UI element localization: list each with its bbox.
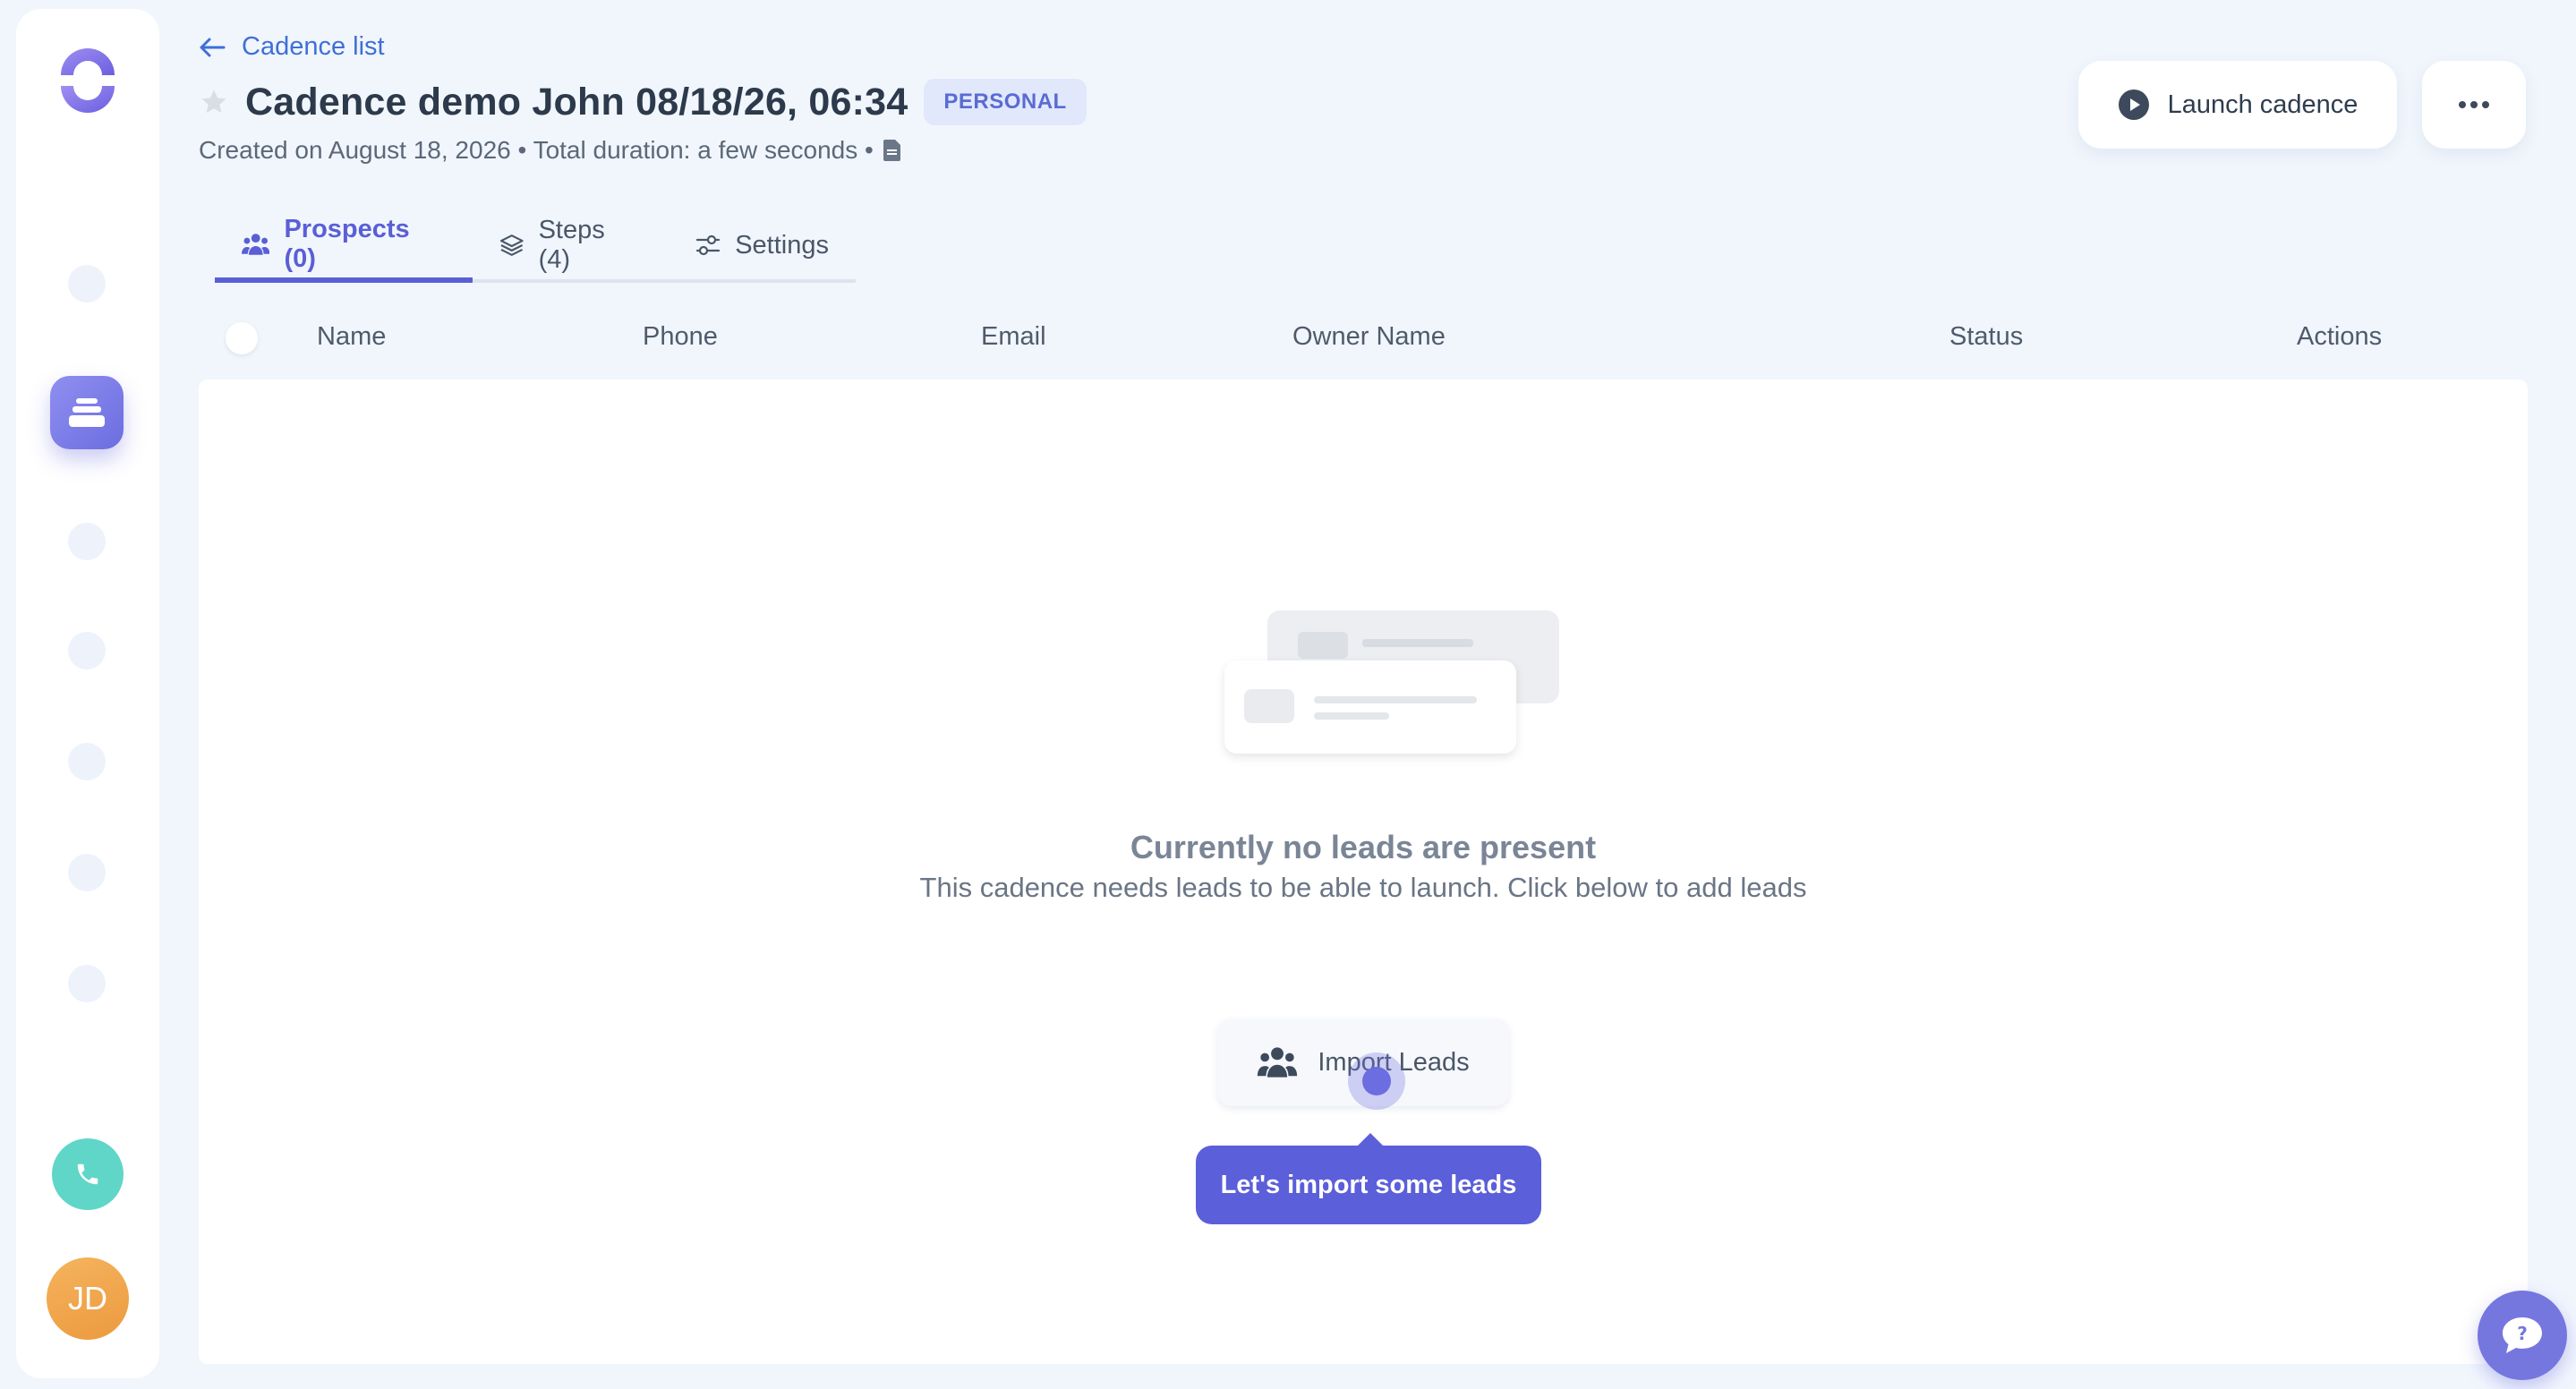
avatar[interactable]: JD <box>47 1257 129 1340</box>
column-phone[interactable]: Phone <box>643 322 718 352</box>
tour-hotspot-core <box>1362 1067 1391 1095</box>
nav-item-5[interactable] <box>68 743 106 780</box>
cadence-stack-icon <box>69 398 105 427</box>
column-status[interactable]: Status <box>1949 322 2023 352</box>
nav-item-1[interactable] <box>68 265 106 303</box>
tour-hotspot[interactable] <box>1348 1052 1405 1110</box>
column-name[interactable]: Name <box>317 322 386 352</box>
app-logo-icon[interactable] <box>52 45 124 116</box>
tab-prospects[interactable]: Prospects (0) <box>215 211 473 283</box>
back-link-label: Cadence list <box>242 32 385 61</box>
empty-state-subtitle: This cadence needs leads to be able to l… <box>919 872 1807 903</box>
people-icon <box>242 234 270 255</box>
play-icon <box>2118 89 2149 120</box>
personal-badge: PERSONAL <box>924 79 1087 125</box>
table-header: Name Phone Email Owner Name Status Actio… <box>199 313 2526 376</box>
launch-cadence-button[interactable]: Launch cadence <box>2078 61 2397 149</box>
nav-item-3[interactable] <box>68 523 106 560</box>
column-actions: Actions <box>2297 322 2383 351</box>
title-row: Cadence demo John 08/18/26, 06:34 PERSON… <box>199 79 1087 125</box>
launch-cadence-label: Launch cadence <box>2167 89 2358 119</box>
onboarding-tooltip[interactable]: Let's import some leads <box>1196 1133 1541 1224</box>
star-icon[interactable] <box>199 87 229 117</box>
cadence-meta-text: Created on August 18, 2026 • Total durat… <box>199 136 874 164</box>
document-icon[interactable] <box>883 139 902 162</box>
sidebar: JD <box>16 9 159 1378</box>
empty-list-illustration <box>1224 610 1559 754</box>
svg-text:?: ? <box>2517 1323 2528 1344</box>
nav-item-7[interactable] <box>68 965 106 1002</box>
help-chat-button[interactable]: ? <box>2478 1291 2567 1380</box>
tab-steps-label: Steps (4) <box>538 216 605 274</box>
select-all-checkbox[interactable] <box>226 322 258 354</box>
layers-icon <box>499 234 524 256</box>
page-title: Cadence demo John 08/18/26, 06:34 <box>245 80 908 124</box>
tab-steps[interactable]: Steps (4) <box>473 211 669 279</box>
more-options-button[interactable] <box>2422 61 2526 149</box>
arrow-left-icon <box>200 38 226 56</box>
tab-prospects-label: Prospects (0) <box>284 215 410 273</box>
tab-settings-label: Settings <box>735 230 829 260</box>
phone-button[interactable] <box>52 1138 124 1210</box>
back-link[interactable]: Cadence list <box>199 32 385 62</box>
column-email[interactable]: Email <box>981 322 1046 352</box>
prospects-panel: Currently no leads are present This cade… <box>199 379 2528 1364</box>
tab-bar: Prospects (0) Steps (4) Settings <box>215 211 856 283</box>
people-icon <box>1258 1047 1298 1078</box>
nav-item-6[interactable] <box>68 854 106 891</box>
cadence-meta: Created on August 18, 2026 • Total durat… <box>199 136 902 165</box>
tab-settings[interactable]: Settings <box>669 211 856 279</box>
chat-question-icon: ? <box>2503 1317 2542 1353</box>
phone-icon <box>77 1163 98 1185</box>
nav-item-4[interactable] <box>68 632 106 669</box>
more-dots-icon <box>2459 101 2489 108</box>
column-owner-name[interactable]: Owner Name <box>1292 322 1446 352</box>
nav-item-cadences[interactable] <box>50 376 124 449</box>
sliders-icon <box>696 234 721 256</box>
empty-state-title: Currently no leads are present <box>1130 829 1597 865</box>
